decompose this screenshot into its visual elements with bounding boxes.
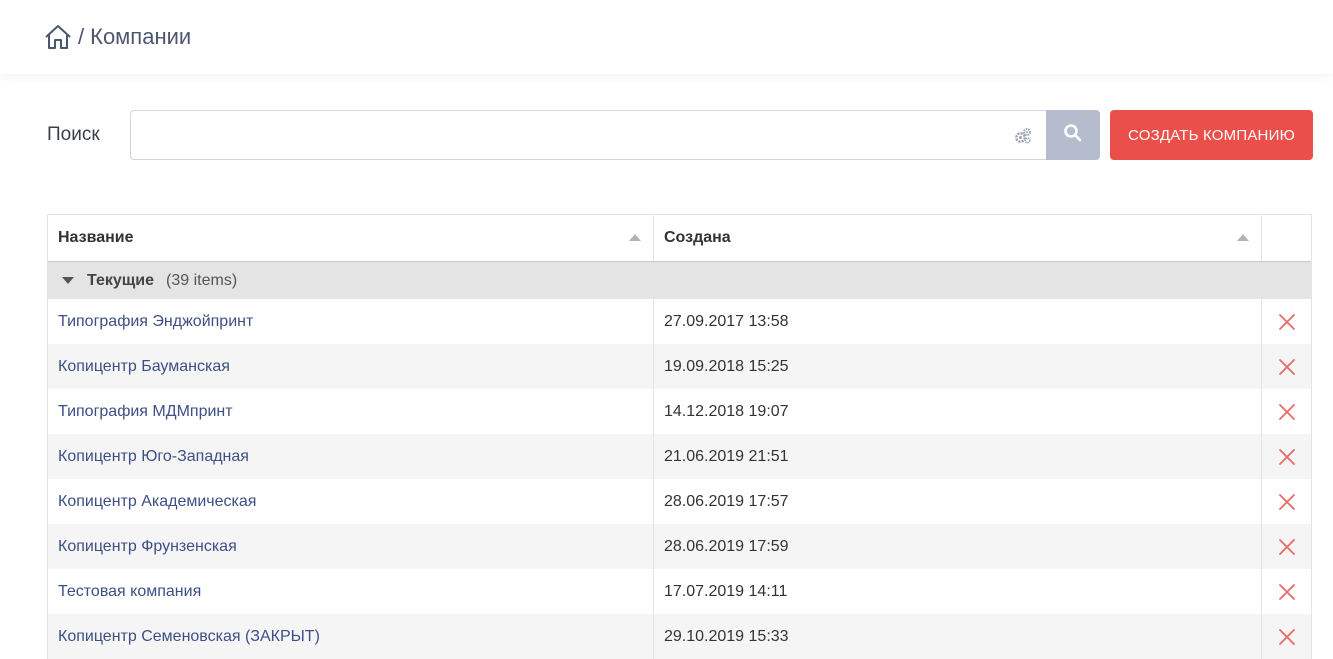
home-icon[interactable] — [44, 23, 72, 51]
created-date: 27.09.2017 13:58 — [654, 299, 1262, 344]
created-date: 28.06.2019 17:57 — [654, 479, 1262, 524]
table-row: Типография МДМпринт 14.12.2018 19:07 — [48, 389, 1311, 434]
created-date: 19.09.2018 15:25 — [654, 344, 1262, 389]
column-header-created[interactable]: Создана — [654, 215, 1262, 261]
column-header-actions — [1262, 215, 1311, 261]
search-input[interactable] — [131, 111, 1046, 159]
close-icon[interactable] — [1278, 313, 1296, 331]
close-icon[interactable] — [1278, 538, 1296, 556]
group-name: Текущие — [87, 271, 155, 289]
company-name-link[interactable]: Копицентр Академическая — [48, 479, 654, 524]
company-name-link[interactable]: Копицентр Юго-Западная — [48, 434, 654, 479]
close-icon[interactable] — [1278, 583, 1296, 601]
row-actions — [1262, 614, 1311, 659]
close-icon[interactable] — [1278, 628, 1296, 646]
created-date: 17.07.2019 14:11 — [654, 569, 1262, 614]
group-row[interactable]: Текущие (39 items) — [48, 262, 1311, 299]
close-icon[interactable] — [1278, 358, 1296, 376]
created-date: 21.06.2019 21:51 — [654, 434, 1262, 479]
row-actions — [1262, 524, 1311, 569]
table-row: Копицентр Юго-Западная 21.06.2019 21:51 — [48, 434, 1311, 479]
table-row: Копицентр Семеновская (ЗАКРЫТ) 29.10.201… — [48, 614, 1311, 659]
row-actions — [1262, 434, 1311, 479]
close-icon[interactable] — [1278, 403, 1296, 421]
top-bar: / Компании — [0, 0, 1333, 74]
table-row: Копицентр Академическая 28.06.2019 17:57 — [48, 479, 1311, 524]
search-bar: Поиск СОЗДАТЬ КОМПАНИЮ — [47, 110, 1313, 160]
company-name-link[interactable]: Тестовая компания — [48, 569, 654, 614]
created-date: 29.10.2019 15:33 — [654, 614, 1262, 659]
company-name-link[interactable]: Копицентр Семеновская (ЗАКРЫТ) — [48, 614, 654, 659]
page-title: Компании — [90, 24, 192, 49]
company-name-link[interactable]: Копицентр Бауманская — [48, 344, 654, 389]
group-count: (39 items) — [166, 271, 238, 289]
search-button[interactable] — [1046, 110, 1100, 160]
row-actions — [1262, 344, 1311, 389]
company-name-link[interactable]: Копицентр Фрунзенская — [48, 524, 654, 569]
column-header-name[interactable]: Название — [48, 215, 654, 261]
grid-header: Название Создана — [48, 215, 1311, 262]
table-row: Типография Энджойпринт 27.09.2017 13:58 — [48, 299, 1311, 344]
breadcrumb-separator: / — [78, 24, 85, 49]
close-icon[interactable] — [1278, 448, 1296, 466]
caret-down-icon[interactable] — [62, 277, 74, 284]
search-field — [130, 110, 1046, 160]
column-header-label: Создана — [664, 229, 731, 246]
row-actions — [1262, 569, 1311, 614]
companies-grid: Название Создана Текущие (39 items) Типо… — [47, 214, 1312, 659]
created-date: 28.06.2019 17:59 — [654, 524, 1262, 569]
row-actions — [1262, 389, 1311, 434]
table-row: Копицентр Фрунзенская 28.06.2019 17:59 — [48, 524, 1311, 569]
search-label: Поиск — [47, 124, 100, 145]
company-name-link[interactable]: Типография МДМпринт — [48, 389, 654, 434]
sort-up-icon[interactable] — [629, 234, 641, 241]
row-actions — [1262, 299, 1311, 344]
sort-up-icon[interactable] — [1237, 234, 1249, 241]
table-row: Копицентр Бауманская 19.09.2018 15:25 — [48, 344, 1311, 389]
gear-icon[interactable] — [1014, 127, 1032, 145]
column-header-label: Название — [58, 229, 134, 246]
table-row: Тестовая компания 17.07.2019 14:11 — [48, 569, 1311, 614]
close-icon[interactable] — [1278, 493, 1296, 511]
create-company-button[interactable]: СОЗДАТЬ КОМПАНИЮ — [1110, 110, 1313, 160]
created-date: 14.12.2018 19:07 — [654, 389, 1262, 434]
row-actions — [1262, 479, 1311, 524]
company-name-link[interactable]: Типография Энджойпринт — [48, 299, 654, 344]
search-icon — [1063, 123, 1083, 148]
